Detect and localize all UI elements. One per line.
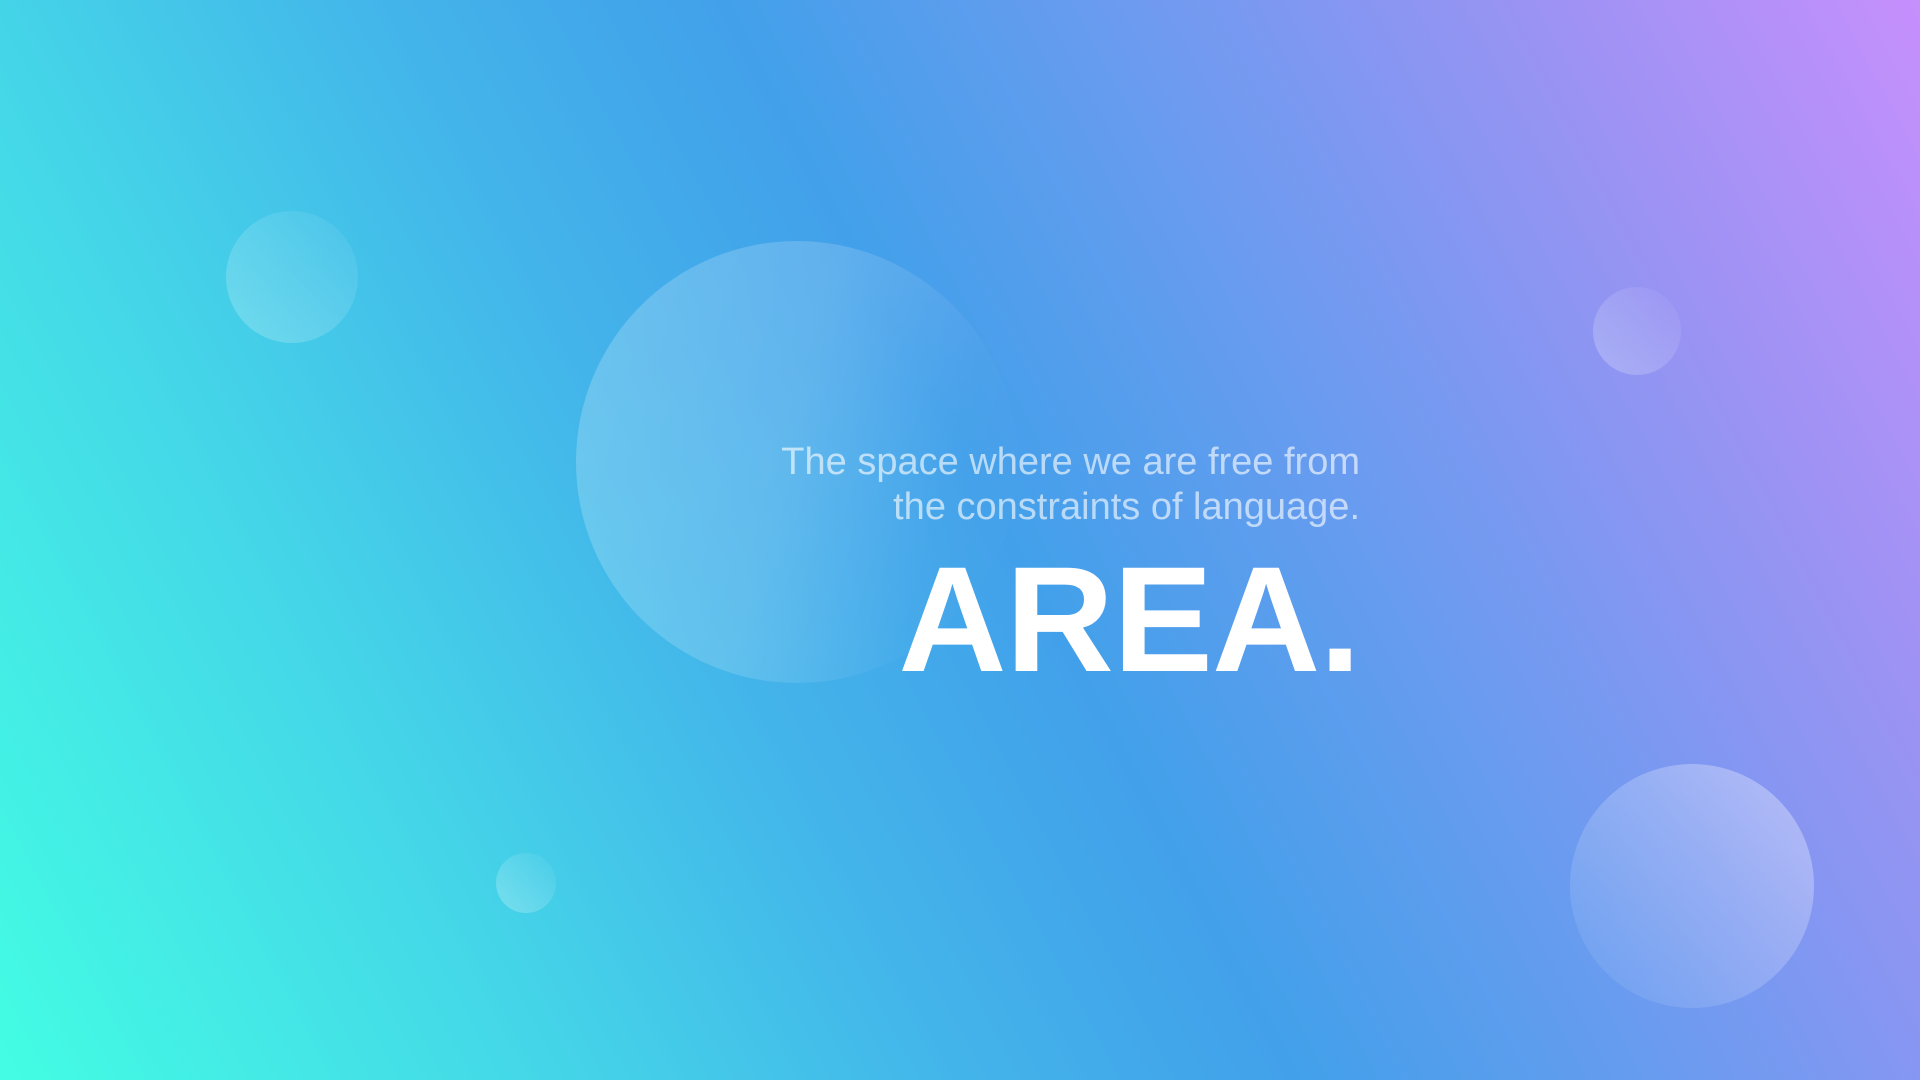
decorative-circle-bottom-left xyxy=(496,853,556,913)
decorative-circle-top-left xyxy=(226,211,358,343)
hero-block: The space where we are free from the con… xyxy=(781,440,1361,703)
tagline: The space where we are free from the con… xyxy=(781,440,1360,530)
hero-title: AREA. xyxy=(898,535,1361,703)
decorative-circle-bottom-right xyxy=(1570,764,1814,1008)
tagline-line-1: The space where we are free from xyxy=(781,441,1360,483)
tagline-line-2: the constraints of language. xyxy=(893,486,1360,528)
decorative-circle-right xyxy=(1593,287,1681,375)
